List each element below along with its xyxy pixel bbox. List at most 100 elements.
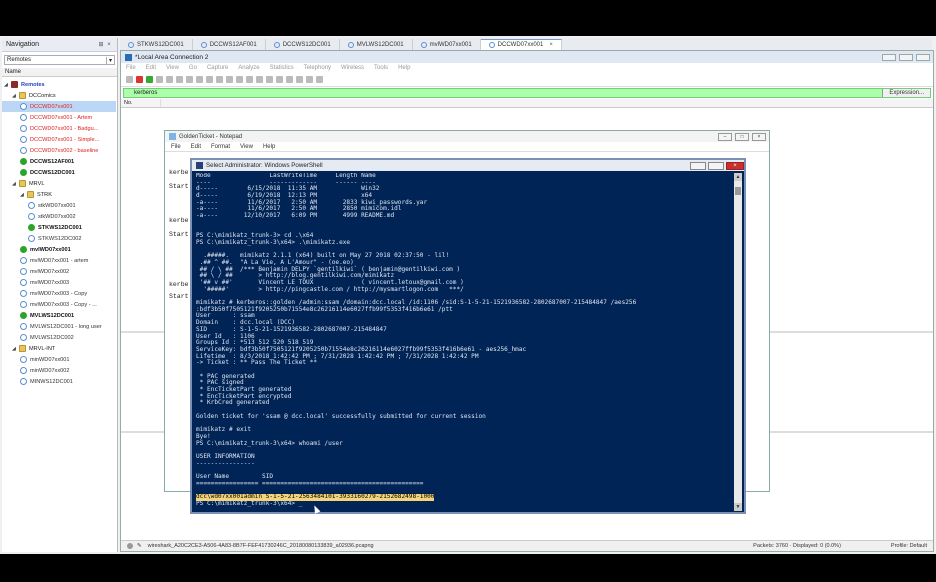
tree-item[interactable]: mvlWD07xx003 — [2, 277, 116, 288]
expression-button[interactable]: Expression... — [882, 89, 930, 97]
tab-mvlwd07xx001[interactable]: mvlWD07xx001 — [413, 39, 481, 50]
menu-item-view[interactable]: View — [240, 144, 253, 150]
shark-fin-icon[interactable] — [126, 76, 133, 83]
tree-item[interactable]: DCCWD07xx001 - Badgu... — [2, 123, 116, 134]
tree-item[interactable]: mvlWD07xx001 - artem — [2, 255, 116, 266]
menu-item-capture[interactable]: Capture — [207, 65, 228, 71]
tab-stkws12dc001[interactable]: STKWS12DC001 — [120, 39, 193, 50]
tree-item[interactable]: STKWS12DC001 — [2, 222, 116, 233]
menu-item-help[interactable]: Help — [263, 144, 275, 150]
tree-item[interactable]: STKWS12DC002 — [2, 233, 116, 244]
maximize-button[interactable] — [708, 161, 724, 170]
chevron-down-icon[interactable]: ▾ — [106, 56, 114, 64]
zoom-out-icon[interactable] — [296, 76, 303, 83]
tab-dccwd07xx001[interactable]: DCCWD07xx001 × — [480, 39, 562, 50]
colorize-icon[interactable] — [276, 76, 283, 83]
tree-item[interactable]: DCCWD07xx001 - Artem — [2, 112, 116, 123]
tree-item[interactable]: mvlWD07xx003 - Copy — [2, 288, 116, 299]
menu-item-edit[interactable]: Edit — [146, 65, 156, 71]
go-forward-icon[interactable] — [226, 76, 233, 83]
tree-item[interactable]: MINWS12DC001 — [2, 376, 116, 387]
scroll-down-icon[interactable]: ▼ — [734, 503, 742, 511]
powershell-console[interactable]: Mode LastWriteTime Length Name ---- -----… — [196, 173, 732, 509]
expand-icon[interactable]: ◢ — [20, 192, 26, 198]
scroll-thumb[interactable] — [735, 187, 741, 195]
options-icon[interactable] — [156, 76, 163, 83]
profile-label[interactable]: Profile: Default — [891, 543, 927, 549]
tree-item[interactable]: MVLWS12DC002 — [2, 332, 116, 343]
close-tab-icon[interactable]: × — [549, 42, 553, 48]
display-filter-input[interactable]: kerberos Expression... — [123, 88, 931, 98]
menu-item-statistics[interactable]: Statistics — [270, 65, 294, 71]
tree-item[interactable]: ◢ Remotes — [2, 79, 116, 90]
tree-item[interactable]: DCCWD07xx002 - baseline — [2, 145, 116, 156]
close-button[interactable]: × — [752, 132, 766, 141]
find-icon[interactable] — [206, 76, 213, 83]
scroll-up-icon[interactable]: ▲ — [734, 173, 742, 181]
open-file-icon[interactable] — [166, 76, 173, 83]
expand-icon[interactable]: ◢ — [12, 181, 18, 187]
menu-item-edit[interactable]: Edit — [191, 144, 201, 150]
tree-item[interactable]: DCCWS12DC001 — [2, 167, 116, 178]
reload-icon[interactable] — [196, 76, 203, 83]
go-back-icon[interactable] — [216, 76, 223, 83]
restart-capture-icon[interactable] — [146, 76, 153, 83]
remotes-combo[interactable]: Remotes ▾ — [4, 55, 115, 65]
tree-item[interactable]: mvlWD07xx003 - Copy - ... — [2, 299, 116, 310]
maximize-button[interactable] — [899, 53, 913, 61]
menu-item-tools[interactable]: Tools — [374, 65, 388, 71]
minimize-button[interactable]: – — [718, 132, 732, 141]
close-button[interactable]: × — [726, 161, 744, 170]
menu-item-wireless[interactable]: Wireless — [341, 65, 364, 71]
zoom-in-icon[interactable] — [286, 76, 293, 83]
pin-icon[interactable]: ⊞ — [97, 41, 105, 48]
edit-comment-icon[interactable]: ✎ — [137, 543, 142, 549]
menu-item-format[interactable]: Format — [211, 144, 230, 150]
menu-item-help[interactable]: Help — [398, 65, 410, 71]
first-packet-icon[interactable] — [246, 76, 253, 83]
menu-item-file[interactable]: File — [126, 65, 136, 71]
close-file-icon[interactable] — [186, 76, 193, 83]
column-no[interactable]: No. — [121, 99, 161, 107]
tree-item[interactable]: stkWD07xx002 — [2, 211, 116, 222]
go-to-packet-icon[interactable] — [236, 76, 243, 83]
maximize-button[interactable]: □ — [735, 132, 749, 141]
tab-dccws12af001[interactable]: DCCWS12AF001 — [193, 39, 266, 50]
capture-status-icon[interactable] — [127, 543, 133, 549]
menu-item-go[interactable]: Go — [189, 65, 197, 71]
tree-item[interactable]: DCCWS12AF001 — [2, 156, 116, 167]
close-button[interactable] — [916, 53, 930, 61]
tree-item[interactable]: DCCWD07xx001 - Simple... — [2, 134, 116, 145]
tree-item[interactable]: mvlWD07xx001 — [2, 244, 116, 255]
close-icon[interactable]: × — [105, 42, 113, 48]
stop-capture-icon[interactable] — [136, 76, 143, 83]
console-scrollbar[interactable]: ▲ ▼ — [734, 173, 742, 511]
tree-item[interactable]: MVLWS12DC001 - long user — [2, 321, 116, 332]
tree-item[interactable]: ◢ STRK — [2, 189, 116, 200]
menu-item-analyze[interactable]: Analyze — [238, 65, 259, 71]
minimize-button[interactable] — [882, 53, 896, 61]
menu-item-telephony[interactable]: Telephony — [304, 65, 331, 71]
expand-icon[interactable]: ◢ — [4, 82, 10, 88]
minimize-button[interactable] — [690, 161, 706, 170]
tab-mvlws12dc001[interactable]: MVLWS12DC001 — [340, 39, 413, 50]
resize-columns-icon[interactable] — [316, 76, 323, 83]
menu-item-view[interactable]: View — [166, 65, 179, 71]
tree-item[interactable]: DCCWD07xx001 — [2, 101, 116, 112]
expand-icon[interactable]: ◢ — [12, 346, 18, 352]
tree-item[interactable]: ◢ MRVL — [2, 178, 116, 189]
tree-item[interactable]: minWD07xx002 — [2, 365, 116, 376]
tree-item[interactable]: MVLWS12DC001 — [2, 310, 116, 321]
tree-item[interactable]: stkWD07xx001 — [2, 200, 116, 211]
last-packet-icon[interactable] — [256, 76, 263, 83]
save-file-icon[interactable] — [176, 76, 183, 83]
zoom-reset-icon[interactable] — [306, 76, 313, 83]
tab-dccws12dc001[interactable]: DCCWS12DC001 — [266, 39, 340, 50]
expand-icon[interactable]: ◢ — [12, 93, 18, 99]
menu-item-file[interactable]: File — [171, 144, 181, 150]
tree-item[interactable]: ◢ DCComics — [2, 90, 116, 101]
autoscroll-icon[interactable] — [266, 76, 273, 83]
tree-item[interactable]: minWD07xx001 — [2, 354, 116, 365]
tree-item[interactable]: ◢ MRVL-INT — [2, 343, 116, 354]
tree-item[interactable]: mvlWD07xx002 — [2, 266, 116, 277]
